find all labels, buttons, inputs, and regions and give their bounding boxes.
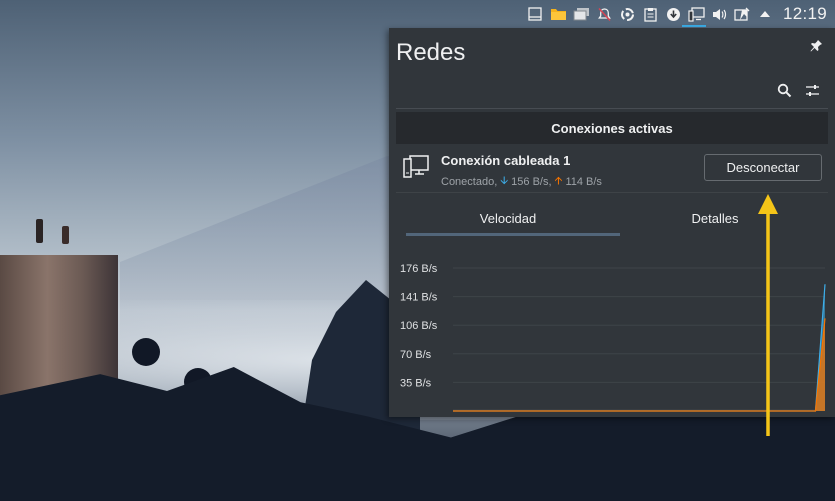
folder-icon[interactable] <box>547 0 570 28</box>
active-indicator <box>682 25 706 27</box>
update-icon[interactable] <box>616 0 639 28</box>
stacked-windows-icon[interactable] <box>570 0 593 28</box>
y-tick-label: 35 B/s <box>400 377 432 389</box>
divider <box>396 108 828 109</box>
y-tick-label: 70 B/s <box>400 349 432 361</box>
wallpaper-figure <box>62 226 69 244</box>
network-wired-icon[interactable] <box>685 0 708 28</box>
network-wired-icon <box>403 153 429 181</box>
upload-arrow-icon: 🡩 <box>554 175 563 187</box>
volume-icon[interactable] <box>708 0 731 28</box>
annotation-arrow <box>758 194 778 436</box>
download-rate: 156 B/s, <box>511 175 552 188</box>
tab-details[interactable]: Detalles <box>610 200 820 236</box>
clipboard-icon[interactable] <box>639 0 662 28</box>
active-connections-header: Conexiones activas <box>396 112 828 144</box>
tab-selected-indicator <box>406 233 620 236</box>
y-tick-label: 106 B/s <box>400 320 438 332</box>
wallpaper-figure <box>36 219 43 243</box>
clock[interactable]: 12:19 <box>777 4 835 24</box>
y-tick-label: 176 B/s <box>400 263 438 275</box>
caret-up-icon[interactable] <box>754 0 777 28</box>
wallpaper-tree <box>132 338 160 366</box>
search-icon[interactable] <box>773 79 795 101</box>
pin-icon[interactable] <box>809 39 823 53</box>
tab-speed[interactable]: Velocidad <box>403 200 613 236</box>
download-icon[interactable] <box>662 0 685 28</box>
status-text: Conectado, <box>441 175 498 188</box>
disconnect-button[interactable]: Desconectar <box>704 154 822 181</box>
window-icon[interactable] <box>524 0 547 28</box>
popup-title: Redes <box>396 39 466 66</box>
download-arrow-icon: 🡫 <box>500 175 509 187</box>
notifications-off-icon[interactable] <box>593 0 616 28</box>
system-tray: 12:19 <box>524 0 835 28</box>
settings-icon[interactable] <box>801 79 823 101</box>
upload-rate: 114 B/s <box>565 175 602 188</box>
screenshot-icon[interactable] <box>731 0 754 28</box>
top-panel: 12:19 <box>0 0 835 28</box>
y-tick-label: 141 B/s <box>400 292 438 304</box>
connection-name: Conexión cableada 1 <box>441 153 571 168</box>
connection-status: Conectado, 🡫 156 B/s, 🡩 114 B/s <box>441 172 602 191</box>
connection-item[interactable]: Conexión cableada 1 Conectado, 🡫 156 B/s… <box>396 146 828 192</box>
